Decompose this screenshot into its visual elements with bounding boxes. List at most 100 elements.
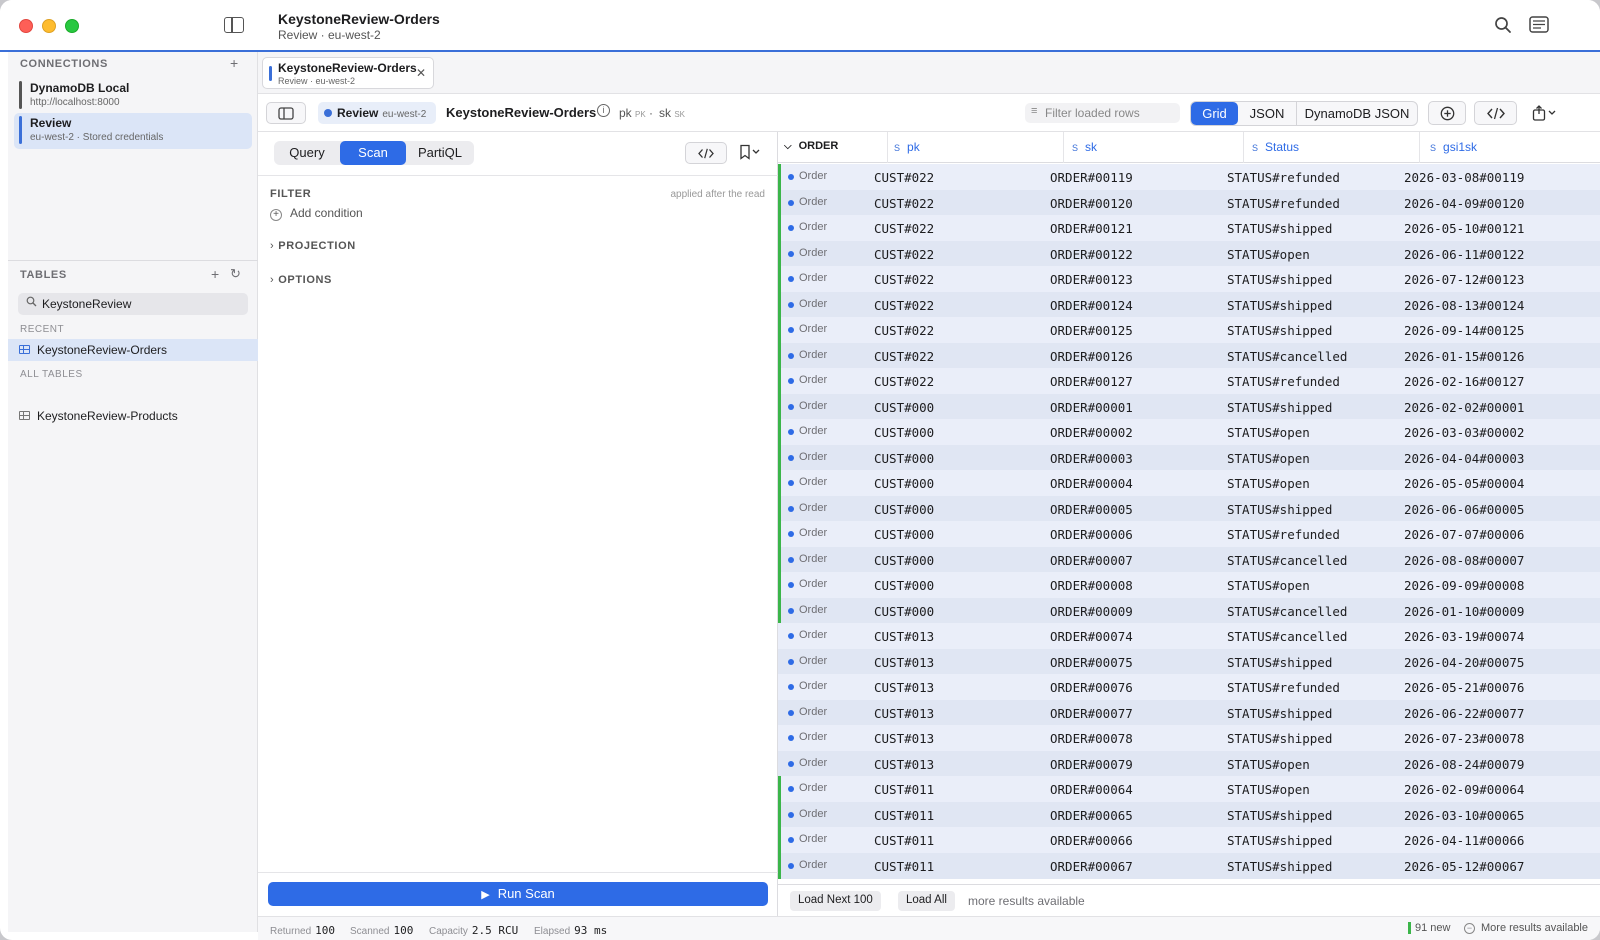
cell-status[interactable]: STATUS#open [1227,782,1310,797]
cell-status[interactable]: STATUS#open [1227,757,1310,772]
cell-gsi1sk[interactable]: 2026-06-22#00077 [1404,706,1524,721]
cell-sk[interactable]: ORDER#00007 [1050,553,1133,568]
column-header-sk[interactable]: Ssk [1064,132,1244,163]
cell-gsi1sk[interactable]: 2026-05-10#00121 [1404,221,1524,236]
cell-gsi1sk[interactable]: 2026-07-07#00006 [1404,527,1524,542]
cell-status[interactable]: STATUS#open [1227,451,1310,466]
cell-gsi1sk[interactable]: 2026-01-10#00009 [1404,604,1524,619]
bookmark-menu-icon[interactable] [738,144,764,163]
cell-status[interactable]: STATUS#shipped [1227,272,1332,287]
cell-gsi1sk[interactable]: 2026-07-23#00078 [1404,731,1524,746]
table-row[interactable]: Order CUST#000 ORDER#00001 STATUS#shipped 20… [778,393,1600,420]
view-json-tab[interactable]: JSON [1240,102,1294,125]
table-row[interactable]: Order CUST#013 ORDER#00079 STATUS#open 2026-… [778,750,1600,777]
tab-keystone-orders[interactable]: KeystoneReview-Orders Review · eu-west-2… [262,57,434,89]
view-dynamodb-json-tab[interactable]: DynamoDB JSON [1296,102,1417,125]
cell-pk[interactable]: CUST#000 [874,476,934,491]
cell-gsi1sk[interactable]: 2026-03-19#00074 [1404,629,1524,644]
table-row[interactable]: Order CUST#000 ORDER#00002 STATUS#open 2026-… [778,419,1600,445]
load-all-button[interactable]: Load All [898,891,955,911]
add-item-button[interactable] [1428,101,1466,125]
mode-scan-tab[interactable]: Scan [340,141,406,165]
cell-pk[interactable]: CUST#022 [874,196,934,211]
cell-status[interactable]: STATUS#open [1227,425,1310,440]
cell-status[interactable]: STATUS#shipped [1227,655,1332,670]
cell-sk[interactable]: ORDER#00121 [1050,221,1133,236]
cell-status[interactable]: STATUS#shipped [1227,323,1332,338]
table-row[interactable]: Order CUST#011 ORDER#00065 STATUS#shipped 20… [778,801,1600,828]
cell-sk[interactable]: ORDER#00079 [1050,757,1133,772]
cell-sk[interactable]: ORDER#00002 [1050,425,1133,440]
table-search-input[interactable]: KeystoneReview [18,293,248,315]
table-row[interactable]: Order CUST#013 ORDER#00075 STATUS#shipped 20… [778,648,1600,675]
close-tab-icon[interactable]: ✕ [416,66,426,80]
cell-gsi1sk[interactable]: 2026-04-09#00120 [1404,196,1524,211]
cell-pk[interactable]: CUST#022 [874,323,934,338]
cell-pk[interactable]: CUST#013 [874,731,934,746]
cell-status[interactable]: STATUS#cancelled [1227,604,1347,619]
table-row[interactable]: Order CUST#000 ORDER#00005 STATUS#shipped 20… [778,495,1600,522]
column-header-pk[interactable]: Spk [888,132,1064,163]
close-window-button[interactable] [19,19,33,33]
cell-sk[interactable]: ORDER#00078 [1050,731,1133,746]
cell-sk[interactable]: ORDER#00124 [1050,298,1133,313]
table-row[interactable]: Order CUST#000 ORDER#00003 STATUS#open 2026-… [778,444,1600,471]
column-header-status[interactable]: S Status [1244,132,1420,163]
cell-sk[interactable]: ORDER#00077 [1050,706,1133,721]
cell-gsi1sk[interactable]: 2026-04-20#00075 [1404,655,1524,670]
cell-pk[interactable]: CUST#000 [874,400,934,415]
cell-pk[interactable]: CUST#013 [874,629,934,644]
table-row[interactable]: Order CUST#013 ORDER#00077 STATUS#shipped 20… [778,699,1600,726]
table-row[interactable]: Order CUST#022 ORDER#00127 STATUS#refunded 2… [778,368,1600,394]
mode-query-tab[interactable]: Query [274,141,340,165]
cell-pk[interactable]: CUST#022 [874,374,934,389]
table-row[interactable]: Order CUST#011 ORDER#00064 STATUS#open 2026-… [778,776,1600,802]
cell-gsi1sk[interactable]: 2026-09-09#00008 [1404,578,1524,593]
column-header-gsi1sk[interactable]: Sgsi1sk [1420,132,1600,163]
connection-dynamodb-local[interactable]: DynamoDB Local http://localhost:8000 [14,78,252,114]
cell-pk[interactable]: CUST#013 [874,680,934,695]
table-row[interactable]: Order CUST#022 ORDER#00120 STATUS#refunded 2… [778,189,1600,216]
table-row[interactable]: Order CUST#013 ORDER#00076 STATUS#refunded 2… [778,674,1600,700]
table-row[interactable]: Order CUST#022 ORDER#00124 STATUS#shipped 20… [778,291,1600,318]
cell-sk[interactable]: ORDER#00064 [1050,782,1133,797]
table-row[interactable]: Order CUST#022 ORDER#00125 STATUS#shipped 20… [778,317,1600,343]
cell-gsi1sk[interactable]: 2026-06-06#00005 [1404,502,1524,517]
cell-pk[interactable]: CUST#022 [874,298,934,313]
cell-gsi1sk[interactable]: 2026-08-13#00124 [1404,298,1524,313]
table-row[interactable]: Order CUST#022 ORDER#00121 STATUS#shipped 20… [778,215,1600,241]
cell-status[interactable]: STATUS#shipped [1227,859,1332,874]
table-row[interactable]: Order CUST#011 ORDER#00066 STATUS#shipped 20… [778,827,1600,853]
cell-status[interactable]: STATUS#refunded [1227,170,1340,185]
cell-gsi1sk[interactable]: 2026-02-09#00064 [1404,782,1524,797]
cell-status[interactable]: STATUS#refunded [1227,374,1340,389]
cell-pk[interactable]: CUST#011 [874,833,934,848]
load-next-button[interactable]: Load Next 100 [790,891,881,911]
table-row[interactable]: Order CUST#013 ORDER#00074 STATUS#cancelled… [778,623,1600,649]
cell-pk[interactable]: CUST#013 [874,706,934,721]
code-view-button[interactable] [1474,101,1517,125]
cell-status[interactable]: STATUS#shipped [1227,808,1332,823]
cell-sk[interactable]: ORDER#00001 [1050,400,1133,415]
cell-pk[interactable]: CUST#000 [874,604,934,619]
info-icon[interactable]: i [597,104,610,117]
cell-sk[interactable]: ORDER#00119 [1050,170,1133,185]
cell-pk[interactable]: CUST#022 [874,349,934,364]
cell-sk[interactable]: ORDER#00066 [1050,833,1133,848]
mode-partiql-tab[interactable]: PartiQL [406,141,474,165]
table-row[interactable]: Order CUST#000 ORDER#00006 STATUS#refunded 2… [778,521,1600,547]
options-section[interactable]: › OPTIONS [270,274,332,286]
table-row[interactable]: Order CUST#000 ORDER#00007 STATUS#cancelled… [778,546,1600,573]
table-row[interactable]: Order CUST#022 ORDER#00123 STATUS#shipped 20… [778,266,1600,292]
query-code-button[interactable] [685,142,727,164]
export-menu-button[interactable] [1525,101,1565,125]
cell-pk[interactable]: CUST#022 [874,247,934,262]
cell-pk[interactable]: CUST#000 [874,451,934,466]
cell-pk[interactable]: CUST#011 [874,782,934,797]
cell-gsi1sk[interactable]: 2026-02-16#00127 [1404,374,1524,389]
cell-sk[interactable]: ORDER#00076 [1050,680,1133,695]
cell-gsi1sk[interactable]: 2026-03-08#00119 [1404,170,1524,185]
cell-status[interactable]: STATUS#refunded [1227,680,1340,695]
table-row[interactable]: Order CUST#000 ORDER#00009 STATUS#cancelled… [778,597,1600,624]
cell-pk[interactable]: CUST#013 [874,655,934,670]
